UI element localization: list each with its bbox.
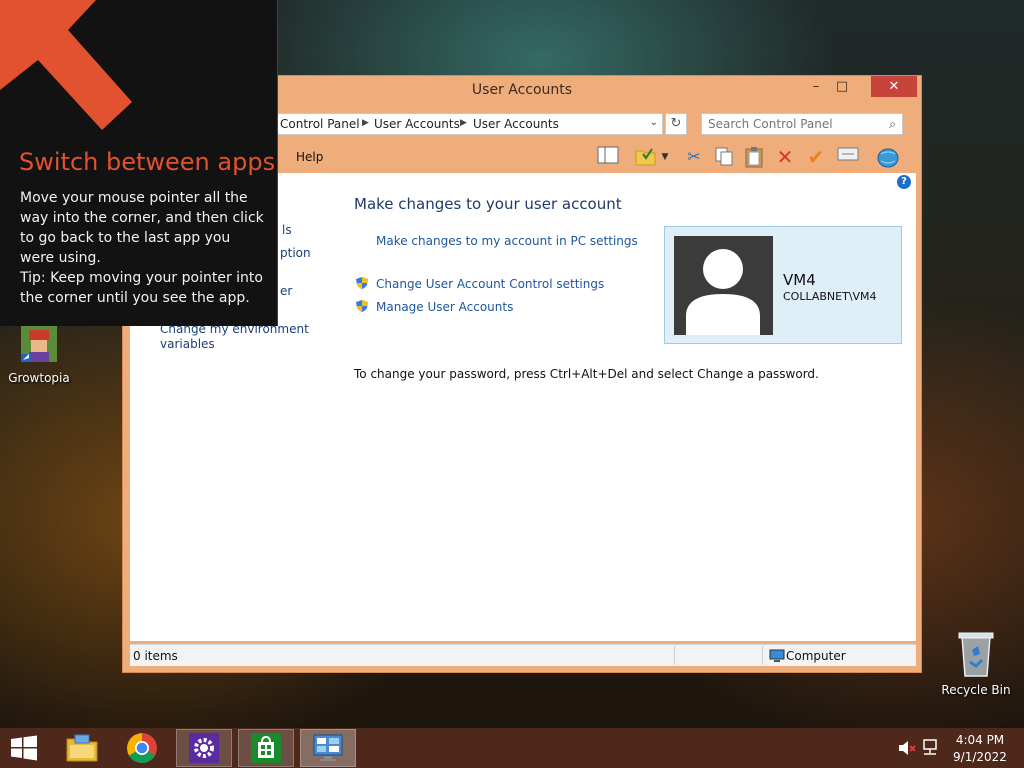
pc-settings-link[interactable]: Make changes to my account in PC setting… <box>376 234 638 248</box>
dropdown-arrow-icon[interactable]: ▼ <box>658 146 672 168</box>
refresh-button[interactable]: ↻ <box>665 113 687 135</box>
close-button[interactable]: ✕ <box>871 76 917 97</box>
breadcrumb-user-accounts-current[interactable]: User Accounts <box>473 117 559 131</box>
uac-shield-icon <box>356 277 368 289</box>
tip-text: Move your mouse pointer all the way into… <box>20 190 264 266</box>
taskbar-store[interactable] <box>238 729 294 767</box>
sidebar-link-partial-1[interactable]: ls <box>282 223 292 237</box>
delete-icon[interactable]: ✕ <box>773 146 797 168</box>
sidebar-link-environment-variables-line2[interactable]: variables <box>160 337 215 351</box>
recycle-bin-desktop-icon[interactable]: Recycle Bin <box>940 630 1012 700</box>
switch-apps-tip: Switch between apps Move your mouse poin… <box>0 0 278 326</box>
menu-help[interactable]: Help <box>296 150 323 164</box>
clock-time[interactable]: 4:04 PM <box>950 733 1010 747</box>
growtopia-icon <box>21 326 57 362</box>
volume-muted-icon[interactable] <box>898 740 916 756</box>
control-panel-icon <box>313 734 343 761</box>
manage-accounts-shield-icon <box>356 300 368 312</box>
layout-pane-icon[interactable] <box>596 146 620 168</box>
clock-date[interactable]: 9/1/2022 <box>950 750 1010 764</box>
breadcrumb-user-accounts[interactable]: User Accounts <box>374 117 460 131</box>
address-dropdown-icon[interactable]: ⌄ <box>650 117 658 128</box>
help-icon[interactable]: ? <box>897 175 911 189</box>
status-divider <box>674 646 675 665</box>
status-location: Computer <box>786 649 846 663</box>
network-icon[interactable] <box>921 739 939 757</box>
checkmark-icon[interactable]: ✔ <box>804 146 828 168</box>
store-icon <box>251 733 281 763</box>
taskbar-file-explorer[interactable] <box>54 729 110 767</box>
taskbar-chrome[interactable] <box>114 729 170 767</box>
search-icon[interactable]: ⌕ <box>889 117 896 132</box>
status-divider <box>762 646 763 665</box>
chrome-icon <box>127 733 157 764</box>
taskbar: 4:04 PM 9/1/2022 <box>0 728 1024 768</box>
user-domain: COLLABNET\VM4 <box>783 290 877 303</box>
page-heading: Make changes to your user account <box>354 195 622 213</box>
user-name: VM4 <box>783 271 816 289</box>
tip-title: Switch between apps <box>19 148 276 176</box>
copy-icon[interactable] <box>712 146 736 168</box>
status-bar: 0 items Computer <box>130 644 916 666</box>
globe-icon[interactable] <box>876 146 900 168</box>
avatar <box>674 236 773 335</box>
sidebar-link-partial-2[interactable]: ption <box>280 246 311 260</box>
taskbar-control-panel[interactable] <box>300 729 356 767</box>
sidebar-link-partial-3[interactable]: er <box>280 284 292 298</box>
growtopia-desktop-icon[interactable]: Growtopia <box>8 326 70 388</box>
cut-icon[interactable]: ✂ <box>682 146 706 168</box>
status-item-count: 0 items <box>133 649 178 663</box>
taskbar-settings[interactable] <box>176 729 232 767</box>
user-silhouette-icon <box>686 249 760 335</box>
windows-logo-icon <box>11 735 37 761</box>
gear-icon <box>189 733 219 763</box>
tip-body: Move your mouse pointer all the way into… <box>20 188 268 308</box>
file-explorer-icon <box>66 734 98 762</box>
breadcrumb-control-panel[interactable]: Control Panel <box>280 117 360 131</box>
breadcrumb-separator-icon[interactable]: ▶ <box>362 118 369 128</box>
growtopia-label: Growtopia <box>8 371 70 385</box>
password-note: To change your password, press Ctrl+Alt+… <box>354 367 819 381</box>
search-box[interactable]: ⌕ <box>701 113 903 135</box>
maximize-button[interactable]: □ <box>829 76 855 97</box>
user-tile: VM4 COLLABNET\VM4 <box>664 226 902 344</box>
corner-arrow-icon <box>0 0 132 130</box>
address-bar[interactable]: Control Panel ▶ User Accounts ▶ User Acc… <box>275 113 663 135</box>
breadcrumb-separator-icon[interactable]: ▶ <box>460 118 467 128</box>
paste-icon[interactable] <box>742 146 766 168</box>
folder-check-icon[interactable] <box>634 146 658 168</box>
recycle-bin-icon <box>958 632 994 677</box>
start-button[interactable] <box>0 729 48 767</box>
minimize-button[interactable]: – <box>803 76 829 97</box>
rename-icon[interactable] <box>836 146 860 168</box>
manage-accounts-link[interactable]: Manage User Accounts <box>376 300 513 314</box>
computer-icon <box>769 649 785 662</box>
tip-hint: Tip: Keep moving your pointer into the c… <box>20 270 263 306</box>
uac-settings-link[interactable]: Change User Account Control settings <box>376 277 604 291</box>
search-input[interactable] <box>708 116 878 132</box>
recycle-bin-label: Recycle Bin <box>941 683 1011 697</box>
